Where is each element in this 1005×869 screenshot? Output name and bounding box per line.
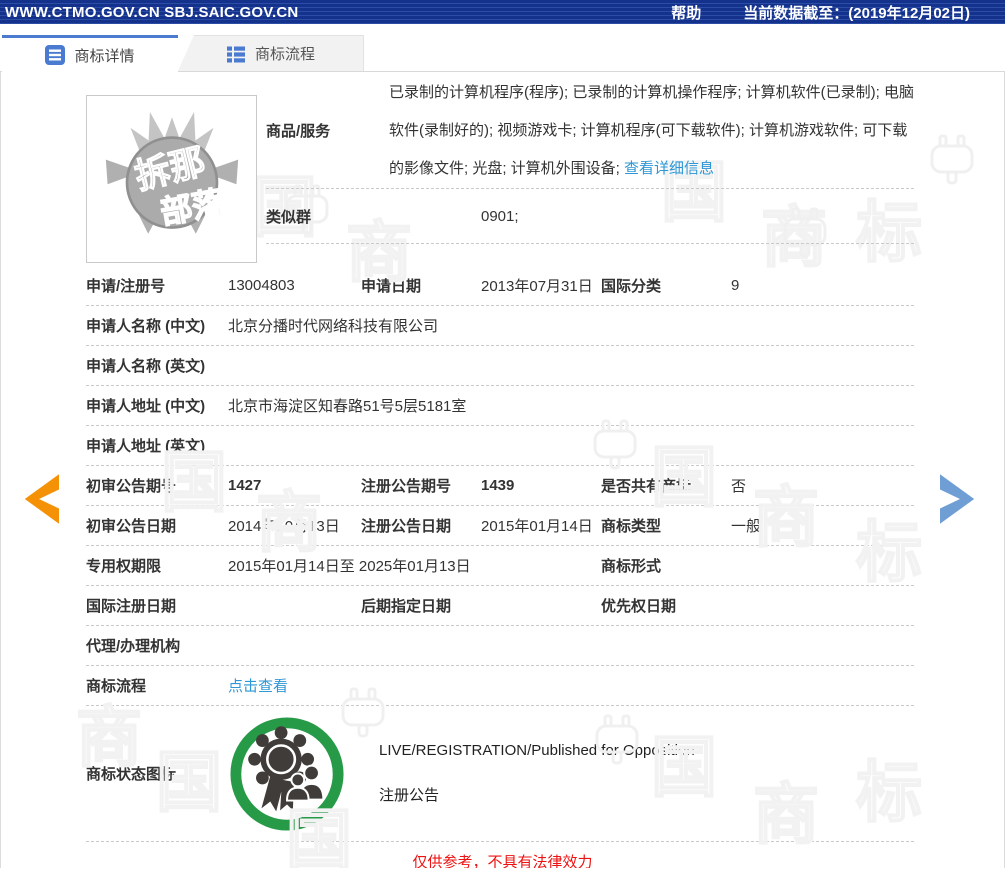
field-label: 商标形式 — [601, 558, 662, 575]
goods-services-row: 商品/服务 已录制的计算机程序(程序); 已录制的计算机操作程序; 计算机软件(… — [266, 72, 914, 189]
tab-label: 商标流程 — [254, 46, 315, 63]
table-row-address-cn: 申请人地址 (中文) 北京市海淀区知春路51号5层5181室 — [86, 386, 914, 426]
tab-bar: 商标详情 商标流程 — [0, 35, 1005, 72]
field-label: 注册公告日期 — [361, 518, 452, 535]
table-row-intl-dates: 国际注册日期 后期指定日期 优先权日期 — [86, 586, 914, 626]
field-label: 申请人名称 (英文) — [86, 358, 206, 375]
field-value: 一般 — [731, 518, 762, 535]
field-label: 申请日期 — [361, 278, 422, 295]
legal-disclaimer: 仅供参考，不具有法律效力 — [412, 854, 593, 868]
field-value: 北京分播时代网络科技有限公司 — [228, 318, 439, 335]
table-row-process: 商标流程 点击查看 — [86, 666, 914, 706]
help-link[interactable]: 帮助 — [671, 2, 701, 23]
field-label: 国际分类 — [601, 278, 662, 295]
tab-trademark-process[interactable]: 商标流程 — [178, 35, 364, 71]
field-label: 商标类型 — [601, 518, 662, 535]
menu-list-icon — [226, 46, 245, 62]
field-label: 初审公告日期 — [86, 518, 177, 535]
goods-services-value: 已录制的计算机程序(程序); 已录制的计算机操作程序; 计算机软件(已录制); … — [389, 72, 914, 188]
data-cutoff-text: 当前数据截至：(2019年12月02日) — [743, 4, 970, 22]
status-line-gazette: 注册公告 — [379, 787, 440, 804]
field-label: 初审公告期号 — [86, 478, 177, 495]
field-value: 9 — [731, 277, 740, 294]
trademark-logo-image: 拆那 部落 — [86, 95, 257, 263]
field-label: 申请人地址 (英文) — [86, 438, 206, 455]
table-row-exclusive-period: 专用权期限 2015年01月14日至 2025年01月13日 商标形式 — [86, 546, 914, 586]
view-details-link[interactable]: 查看详细信息 — [624, 160, 714, 177]
field-label: 专用权期限 — [86, 558, 162, 575]
trademark-emblem-icon: 拆那 部落 — [105, 111, 238, 234]
field-label: 申请/注册号 — [86, 278, 166, 295]
table-row-gazette-date: 初审公告日期 2014年10月13日 注册公告日期 2015年01月14日 商标… — [86, 506, 914, 546]
field-value: 1439 — [481, 477, 515, 494]
trademark-status-row: 商标状态图标 LIVE/REGISTRATION/Published for O… — [86, 706, 914, 842]
field-label: 申请人地址 (中文) — [86, 398, 206, 415]
similar-group-label: 类似群 — [266, 208, 312, 226]
similar-group-row: 类似群 0901; — [266, 189, 914, 244]
status-icon-label: 商标状态图标 — [86, 766, 177, 783]
top-bar: WWW.CTMO.GOV.CN SBJ.SAIC.GOV.CN 帮助 当前数据截… — [0, 0, 1005, 24]
field-value: 2013年07月31日 — [481, 278, 593, 295]
field-value: 2014年10月13日 — [228, 518, 340, 535]
table-row-applicant-en: 申请人名称 (英文) — [86, 346, 914, 386]
status-line-live: LIVE/REGISTRATION/Published for Oppositi… — [379, 742, 695, 759]
field-label: 后期指定日期 — [361, 598, 452, 615]
field-value: 2015年01月14日 — [481, 518, 593, 535]
field-label: 代理/办理机构 — [86, 638, 181, 655]
field-label: 是否共有商标 — [601, 478, 692, 495]
field-value: 北京市海淀区知春路51号5层5181室 — [228, 398, 467, 415]
trademark-detail-panel: 国商国商标国商国商标商国国商标国 拆那 部落 商品/服务 已录制的计算机程序(程… — [0, 72, 1005, 868]
site-title: WWW.CTMO.GOV.CN SBJ.SAIC.GOV.CN — [5, 3, 299, 21]
previous-arrow-button[interactable] — [21, 471, 59, 527]
similar-group-value: 0901; — [481, 207, 519, 225]
table-row-agency: 代理/办理机构 — [86, 626, 914, 666]
field-value: 否 — [731, 478, 747, 495]
field-label: 国际注册日期 — [86, 598, 177, 615]
tab-label: 商标详情 — [74, 47, 135, 65]
goods-services-label: 商品/服务 — [266, 122, 331, 140]
field-label: 注册公告期号 — [361, 478, 452, 495]
next-arrow-button[interactable] — [940, 471, 978, 527]
table-row-address-en: 申请人地址 (英文) — [86, 426, 914, 466]
field-label: 商标流程 — [86, 678, 147, 695]
tab-trademark-details[interactable]: 商标详情 — [2, 35, 178, 72]
list-icon — [45, 45, 66, 65]
status-ribbon-icon — [230, 716, 344, 831]
table-row-registration: 申请/注册号 13004803 申请日期 2013年07月31日 国际分类 9 — [86, 266, 914, 306]
field-value: 2015年01月14日至 2025年01月13日 — [228, 558, 471, 575]
table-row-gazette-no: 初审公告期号 1427 注册公告期号 1439 是否共有商标 否 — [86, 466, 914, 506]
click-to-view-link[interactable]: 点击查看 — [228, 675, 914, 696]
table-row-applicant-cn: 申请人名称 (中文) 北京分播时代网络科技有限公司 — [86, 306, 914, 346]
field-value: 1427 — [228, 477, 262, 494]
field-value: 13004803 — [228, 277, 295, 294]
field-label: 申请人名称 (中文) — [86, 318, 206, 335]
field-label: 优先权日期 — [601, 598, 677, 615]
